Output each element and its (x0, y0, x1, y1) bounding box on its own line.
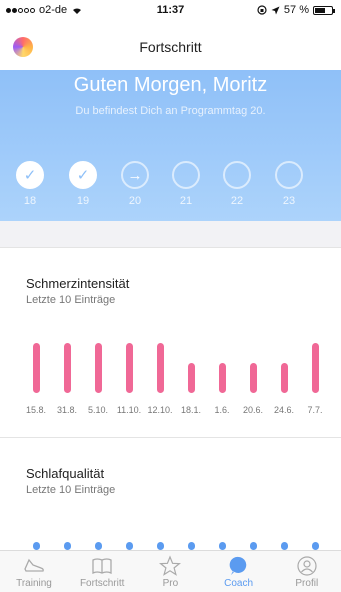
chart-bar (187, 363, 195, 393)
greeting-header: Guten Morgen, Moritz Du befindest Dich a… (0, 70, 341, 221)
tab-label: Coach (224, 578, 254, 589)
rotation-lock-icon (257, 5, 267, 15)
program-day-text: Du befindest Dich an Programmtag 20. (75, 105, 266, 117)
chart-bar (311, 542, 319, 550)
chart-bar (63, 542, 71, 550)
location-icon (271, 6, 280, 14)
checkmark-icon: ✓ (16, 161, 44, 189)
program-day-21[interactable]: 21 (171, 161, 201, 207)
x-tick-label: 20.6. (242, 405, 264, 415)
chart-bar (94, 542, 102, 550)
x-tick-label: 5.10. (87, 405, 109, 415)
chart-bar (125, 542, 133, 550)
x-tick-label: 31.8. (56, 405, 78, 415)
x-tick-label: 7.7. (307, 405, 323, 415)
day-number: 18 (23, 195, 37, 207)
tab-pro[interactable]: Pro (136, 551, 204, 592)
chart-bar (63, 343, 71, 393)
status-right: 57 % (257, 4, 335, 16)
chart-bar (280, 542, 288, 550)
chart-bar (156, 542, 164, 550)
program-day-20[interactable]: → 20 (120, 161, 150, 207)
page-title: Fortschritt (139, 39, 202, 55)
program-day-23[interactable]: 23 (274, 161, 304, 207)
star-icon (136, 554, 204, 578)
chart-bar (94, 343, 102, 393)
arrow-right-icon: → (121, 161, 149, 189)
x-tick-label: 18.1. (180, 405, 202, 415)
user-icon (273, 554, 341, 578)
pain-intensity-card[interactable]: Schmerzintensität Letzte 10 Einträge 15.… (0, 247, 341, 438)
tab-fortschritt[interactable]: Fortschritt (68, 551, 136, 592)
chart-bar (156, 343, 164, 393)
empty-circle-icon (275, 161, 303, 189)
tab-label: Pro (162, 578, 179, 589)
day-number: 21 (179, 195, 193, 207)
sleep-quality-card[interactable]: Schlafqualität Letzte 10 Einträge (0, 438, 341, 550)
tab-coach[interactable]: Coach (205, 551, 273, 592)
book-icon (68, 554, 136, 578)
chart-bar (218, 363, 226, 393)
program-day-22[interactable]: 22 (222, 161, 252, 207)
battery-percent: 57 % (283, 4, 309, 16)
day-number: 22 (230, 195, 244, 207)
tab-training[interactable]: Training (0, 551, 68, 592)
card-subtitle: Letzte 10 Einträge (26, 484, 116, 496)
chart-bar (125, 343, 133, 393)
chart-bar (249, 363, 257, 393)
checkmark-icon: ✓ (69, 161, 97, 189)
chart-bar (218, 542, 226, 550)
x-tick-label: 12.10. (147, 405, 173, 415)
chart-bar (32, 542, 40, 550)
card-title: Schlafqualität (26, 466, 105, 481)
chart-bar (249, 542, 257, 550)
navigation-bar: Fortschritt (0, 22, 341, 70)
card-subtitle: Letzte 10 Einträge (26, 294, 116, 306)
empty-circle-icon (172, 161, 200, 189)
chat-bubble-icon (205, 554, 273, 578)
card-title: Schmerzintensität (26, 276, 130, 291)
tab-label: Training (16, 578, 52, 589)
x-tick-label: 11.10. (116, 405, 142, 415)
battery-icon (313, 5, 335, 15)
x-tick-label: 24.6. (273, 405, 295, 415)
chart-bar (187, 542, 195, 550)
day-number: 23 (282, 195, 296, 207)
tab-label: Profil (295, 578, 319, 589)
section-divider (0, 221, 341, 247)
tab-bar: Training Fortschritt Pro Coach Profil (0, 550, 341, 592)
day-number: 19 (76, 195, 90, 207)
greeting-text: Guten Morgen, Moritz (73, 74, 268, 96)
tab-profil[interactable]: Profil (273, 551, 341, 592)
shoe-icon (0, 554, 68, 578)
tab-label: Fortschritt (79, 578, 125, 589)
chart-bar (32, 343, 40, 393)
chart-bar (311, 343, 319, 393)
program-day-18[interactable]: ✓ 18 (15, 161, 45, 207)
chart-bar (280, 363, 288, 393)
x-tick-label: 1.6. (214, 405, 230, 415)
status-bar: o2-de 11:37 57 % (0, 0, 341, 22)
empty-circle-icon (223, 161, 251, 189)
program-day-19[interactable]: ✓ 19 (68, 161, 98, 207)
day-number: 20 (128, 195, 142, 207)
x-tick-label: 15.8. (25, 405, 47, 415)
